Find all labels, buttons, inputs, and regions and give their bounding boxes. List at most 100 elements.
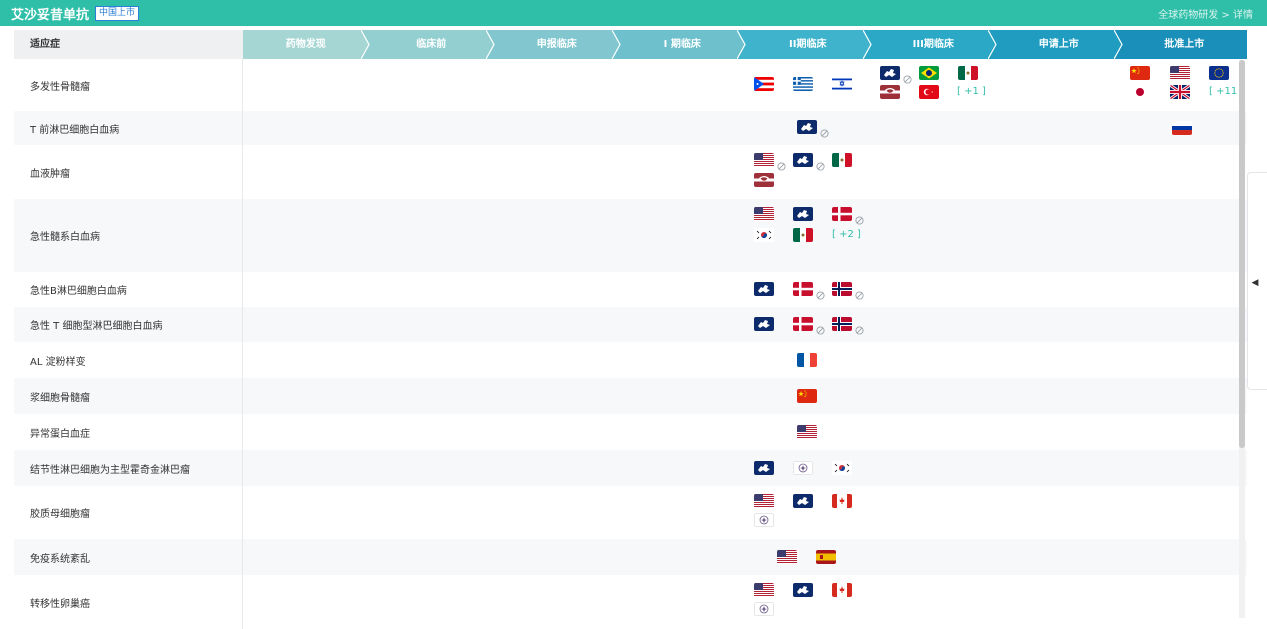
uk-flag-icon[interactable]: [1170, 85, 1190, 99]
korea-flag-icon[interactable]: [832, 461, 852, 475]
russia-flag-icon[interactable]: [1172, 121, 1192, 135]
country-flags: [14, 111, 1247, 145]
norway-flag-icon[interactable]: [832, 317, 852, 331]
country-flags: [14, 486, 1247, 539]
more-countries-link[interactable]: [ +1 ]: [957, 86, 986, 97]
taiwan-flag-icon[interactable]: [754, 513, 774, 527]
puerto-rico-flag-icon[interactable]: [754, 77, 774, 91]
usa-flag-icon[interactable]: [754, 207, 774, 221]
spain-flag-icon[interactable]: [816, 550, 836, 564]
greece-flag-icon[interactable]: [793, 77, 813, 91]
norway-flag-icon[interactable]: [832, 282, 852, 296]
eu-map-flag-icon[interactable]: [797, 120, 817, 134]
usa-flag-icon[interactable]: [754, 583, 774, 597]
table-row[interactable]: 免疫系统紊乱: [14, 539, 1247, 575]
table-row[interactable]: 胶质母细胞瘤: [14, 486, 1247, 539]
china-flag-icon[interactable]: [797, 389, 817, 403]
table-row[interactable]: 急性髓系白血病[ +2 ]: [14, 199, 1247, 272]
table-row[interactable]: AL 淀粉样变: [14, 342, 1247, 378]
usa-flag-icon[interactable]: [754, 153, 774, 167]
stage-label: III期临床: [912, 39, 954, 50]
eu-map-flag-icon[interactable]: [880, 66, 900, 80]
brazil-flag-icon[interactable]: [919, 66, 939, 80]
usa-flag-icon[interactable]: [754, 494, 774, 508]
stage-chevron-icon: [1112, 29, 1130, 60]
stage-chevron-icon: [987, 29, 1004, 60]
stage-label: 申请上市: [1038, 39, 1079, 50]
stage-label: I 期临床: [663, 39, 701, 50]
eu-map-flag-icon[interactable]: [754, 317, 774, 331]
japan-flag-icon[interactable]: [1130, 85, 1150, 99]
stage-chevron-icon: [861, 29, 879, 60]
eu-map-flag-icon[interactable]: [793, 153, 813, 167]
denmark-flag-icon[interactable]: [832, 207, 852, 221]
eu-map-flag-icon[interactable]: [754, 461, 774, 475]
country-flags: [14, 575, 1247, 629]
eu-map-flag-icon[interactable]: [793, 494, 813, 508]
stage-chevron-icon: [485, 29, 502, 60]
mexico-flag-icon[interactable]: [958, 66, 978, 80]
usa-flag-icon[interactable]: [1170, 66, 1190, 80]
drug-title: 艾沙妥昔单抗: [11, 7, 90, 23]
stage-header-1: 药物发现: [243, 29, 377, 60]
table-row[interactable]: 血液肿瘤: [14, 145, 1247, 199]
usa-flag-icon[interactable]: [797, 425, 817, 439]
stage-header-5: II期临床: [745, 29, 879, 60]
table-row[interactable]: 急性 T 细胞型淋巴细胞白血病: [14, 307, 1247, 342]
taiwan-flag-icon[interactable]: [754, 602, 774, 616]
mexico-flag-icon[interactable]: [793, 228, 813, 242]
denmark-flag-icon[interactable]: [793, 282, 813, 296]
table-row[interactable]: 急性B淋巴细胞白血病: [14, 272, 1247, 307]
usa-flag-icon[interactable]: [777, 550, 797, 564]
france-flag-icon[interactable]: [797, 353, 817, 367]
table-row[interactable]: T 前淋巴细胞白血病: [14, 111, 1247, 145]
country-flags: [14, 539, 1247, 575]
no-entry-icon: [820, 123, 829, 138]
pipeline-table: 适应症 药物发现 临床前 申报临床 I 期临床 II期临床 III期临床 申请上市 批准上市 …: [14, 29, 1247, 629]
eu-map-flag-icon[interactable]: [793, 583, 813, 597]
more-countries-link[interactable]: [ +2 ]: [832, 229, 861, 240]
stage-label: II期临床: [789, 39, 827, 50]
country-flags: [14, 450, 1247, 486]
latvia-flag-icon[interactable]: [754, 173, 774, 187]
stage-chevron-icon: [359, 29, 377, 60]
eu-flag-icon[interactable]: [1209, 66, 1229, 80]
table-header: 适应症 药物发现 临床前 申报临床 I 期临床 II期临床 III期临床 申请上市 批准上市: [14, 29, 1247, 60]
stage-chevron-icon: [736, 29, 753, 60]
table-row[interactable]: 异常蛋白血症: [14, 414, 1247, 450]
stage-chevron-icon: [610, 29, 628, 60]
eu-map-flag-icon[interactable]: [754, 282, 774, 296]
mexico-flag-icon[interactable]: [832, 153, 852, 167]
china-flag-icon[interactable]: [1130, 66, 1150, 80]
canada-flag-icon[interactable]: [832, 583, 852, 597]
table-row[interactable]: 结节性淋巴细胞为主型霍奇金淋巴瘤: [14, 450, 1247, 486]
latvia-flag-icon[interactable]: [880, 85, 900, 99]
stage-label: 批准上市: [1164, 39, 1205, 50]
indication-header: 适应症: [14, 30, 243, 59]
collapse-arrow-icon[interactable]: ◀: [1249, 276, 1261, 290]
israel-flag-icon[interactable]: [832, 77, 852, 91]
table-row[interactable]: 浆细胞骨髓瘤: [14, 378, 1247, 414]
turkey-flag-icon[interactable]: [919, 85, 939, 99]
indication-rows: 多发性骨髓瘤[ +1 ][ +11 ] T 前淋巴细胞白血病 血液肿瘤 急性髓系白血病…: [14, 59, 1247, 629]
eu-map-flag-icon[interactable]: [793, 207, 813, 221]
table-row[interactable]: 转移性卵巢癌: [14, 575, 1247, 629]
table-row[interactable]: 多发性骨髓瘤[ +1 ][ +11 ]: [14, 59, 1247, 111]
stage-header-4: I 期临床: [619, 29, 753, 60]
stage-header-6: III期临床: [870, 29, 1004, 60]
breadcrumb: 全球药物研发 > 详情: [1158, 6, 1253, 21]
stage-header-8: 批准上市: [1121, 30, 1247, 59]
scrollbar-thumb[interactable]: [1239, 60, 1245, 448]
breadcrumb-separator: >: [1221, 10, 1230, 21]
canada-flag-icon[interactable]: [832, 494, 852, 508]
no-entry-icon: [777, 156, 786, 171]
denmark-flag-icon[interactable]: [793, 317, 813, 331]
country-flags: [ +2 ]: [14, 199, 1247, 272]
breadcrumb-link-global-rd[interactable]: 全球药物研发: [1158, 10, 1218, 21]
breadcrumb-current: 详情: [1233, 10, 1253, 21]
taiwan-flag-icon[interactable]: [793, 461, 813, 475]
country-flags: [14, 414, 1247, 450]
stage-header-2: 临床前: [368, 29, 502, 60]
korea-flag-icon[interactable]: [754, 228, 774, 242]
country-flags: [14, 145, 1247, 199]
